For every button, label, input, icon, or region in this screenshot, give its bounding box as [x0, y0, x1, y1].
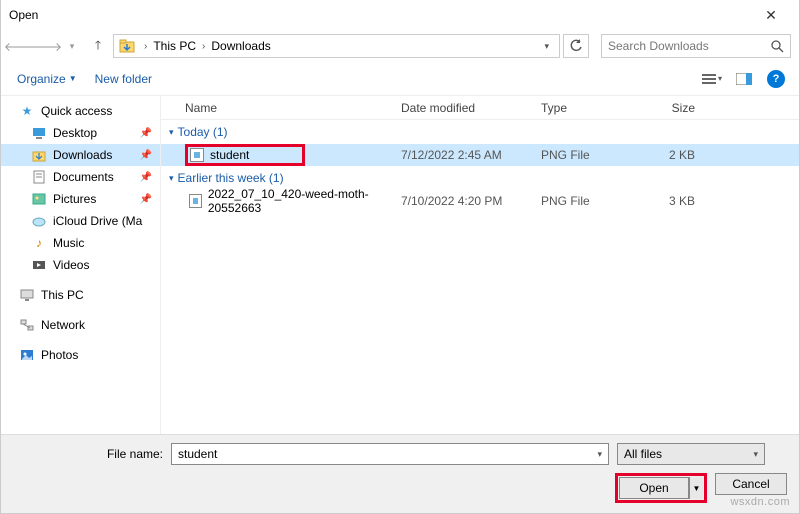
filename-input[interactable]: student ▾: [171, 443, 609, 465]
sidebar-item-desktop[interactable]: Desktop 📌: [1, 122, 160, 144]
videos-icon: [31, 257, 47, 273]
file-row-student[interactable]: student 7/12/2022 2:45 AM PNG File 2 KB: [161, 144, 799, 166]
toolbar: Organize▼ New folder ?: [1, 62, 799, 96]
sidebar-item-thispc[interactable]: This PC: [1, 284, 160, 306]
cancel-button[interactable]: Cancel: [715, 473, 787, 495]
chevron-down-icon: ▾: [169, 127, 174, 138]
col-type[interactable]: Type: [541, 101, 645, 115]
pictures-icon: [31, 191, 47, 207]
sidebar-item-music[interactable]: ♪ Music: [1, 232, 160, 254]
thispc-icon: [19, 287, 35, 303]
icloud-icon: [31, 213, 47, 229]
forward-button[interactable]: 🡒: [35, 35, 57, 57]
up-button[interactable]: 🡑: [87, 35, 109, 57]
refresh-button[interactable]: [563, 34, 589, 58]
view-button[interactable]: [699, 68, 725, 90]
pin-icon: 📌: [140, 172, 152, 183]
network-icon: [19, 317, 35, 333]
column-headers[interactable]: Name Date modified Type Size: [161, 96, 799, 120]
downloads-folder-icon: [118, 37, 136, 55]
sidebar: ★ Quick access Desktop 📌 Downloads 📌 Doc…: [1, 96, 161, 434]
photos-icon: [19, 347, 35, 363]
search-placeholder: Search Downloads: [608, 39, 709, 53]
crumb-sep-icon: ›: [144, 41, 147, 52]
breadcrumb-dropdown-icon[interactable]: ▾: [538, 41, 555, 52]
pin-icon: 📌: [140, 194, 152, 205]
crumb-downloads[interactable]: Downloads: [209, 39, 272, 53]
chevron-down-icon: ▾: [169, 173, 174, 184]
preview-pane-button[interactable]: [731, 68, 757, 90]
group-today[interactable]: ▾ Today (1): [161, 120, 799, 144]
sidebar-item-videos[interactable]: Videos: [1, 254, 160, 276]
highlight-annotation: student: [185, 144, 305, 166]
sidebar-item-pictures[interactable]: Pictures 📌: [1, 188, 160, 210]
png-file-icon: [189, 194, 202, 208]
filename-label: File name:: [13, 447, 163, 461]
filename-dropdown-icon[interactable]: ▾: [597, 449, 602, 460]
help-icon: ?: [767, 70, 785, 88]
titlebar: Open ✕: [1, 0, 799, 30]
file-row-weed-moth[interactable]: 2022_07_10_420-weed-moth-20552663 7/10/2…: [161, 190, 799, 212]
search-icon: [771, 40, 784, 53]
star-icon: ★: [19, 103, 35, 119]
help-button[interactable]: ?: [763, 68, 789, 90]
music-icon: ♪: [31, 235, 47, 251]
content-area: Name Date modified Type Size ▾ Today (1)…: [161, 96, 799, 434]
desktop-icon: [31, 125, 47, 141]
search-input[interactable]: Search Downloads: [601, 34, 791, 58]
sidebar-item-network[interactable]: Network: [1, 314, 160, 336]
back-button[interactable]: 🡐: [9, 35, 31, 57]
navbar: 🡐 🡒 ▾ 🡑 › This PC › Downloads ▾ Search D…: [1, 30, 799, 62]
open-dialog: Open ✕ 🡐 🡒 ▾ 🡑 › This PC › Downloads ▾ S…: [0, 0, 800, 514]
filetype-filter[interactable]: All files ▾: [617, 443, 765, 465]
downloads-icon: [31, 147, 47, 163]
crumb-sep-icon: ›: [202, 41, 205, 52]
close-button[interactable]: ✕: [751, 7, 791, 24]
sidebar-item-quick-access[interactable]: ★ Quick access: [1, 100, 160, 122]
recent-dropdown[interactable]: ▾: [61, 35, 83, 57]
footer: File name: student ▾ All files ▾ Open ▼ …: [1, 434, 799, 513]
col-date[interactable]: Date modified: [401, 101, 541, 115]
col-name[interactable]: Name: [161, 101, 401, 115]
watermark: wsxdn.com: [730, 496, 790, 508]
organize-button[interactable]: Organize▼: [11, 68, 83, 90]
pin-icon: 📌: [140, 128, 152, 139]
col-size[interactable]: Size: [645, 101, 715, 115]
new-folder-button[interactable]: New folder: [89, 68, 158, 90]
file-list: ▾ Today (1) student 7/12/2022 2:45 AM PN…: [161, 120, 799, 434]
pin-icon: 📌: [140, 150, 152, 161]
open-button[interactable]: Open: [619, 477, 689, 499]
dialog-title: Open: [9, 8, 751, 22]
sidebar-item-photos[interactable]: Photos: [1, 344, 160, 366]
body: ★ Quick access Desktop 📌 Downloads 📌 Doc…: [1, 96, 799, 434]
sidebar-item-documents[interactable]: Documents 📌: [1, 166, 160, 188]
documents-icon: [31, 169, 47, 185]
sidebar-item-downloads[interactable]: Downloads 📌: [1, 144, 160, 166]
open-split-button[interactable]: ▼: [689, 477, 703, 499]
png-file-icon: [190, 148, 204, 162]
chevron-down-icon: ▾: [753, 449, 758, 460]
crumb-thispc[interactable]: This PC: [151, 39, 198, 53]
highlight-annotation: Open ▼: [615, 473, 707, 503]
sidebar-item-icloud[interactable]: iCloud Drive (Ma: [1, 210, 160, 232]
breadcrumb[interactable]: › This PC › Downloads ▾: [113, 34, 560, 58]
